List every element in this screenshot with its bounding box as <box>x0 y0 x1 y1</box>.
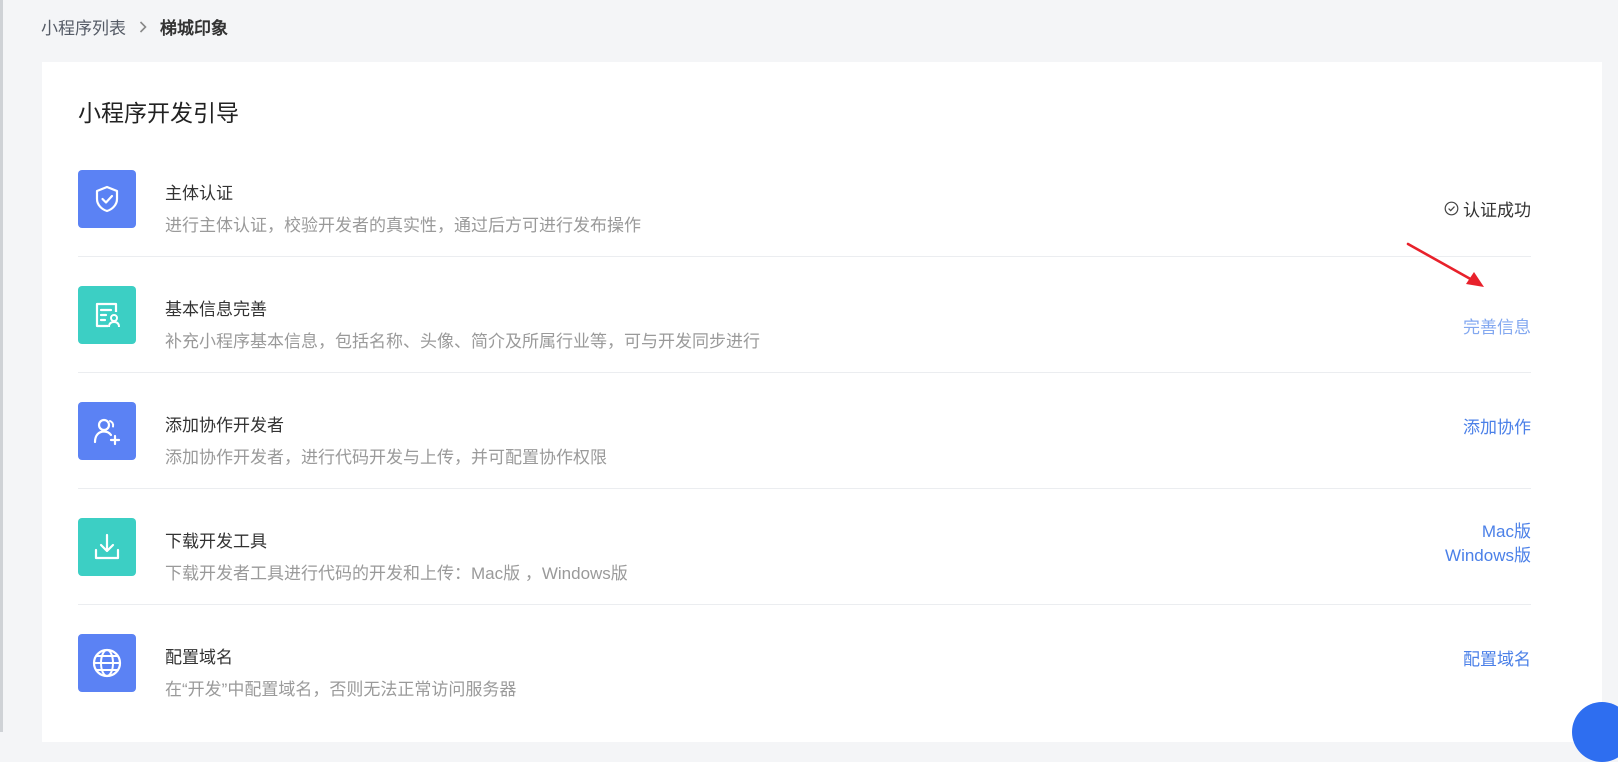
dev-guide-panel: 小程序开发引导 主体认证 进行主体认证，校验开发者的真实性，通过后方可进行发布操… <box>42 62 1602 742</box>
page-title: 小程序开发引导 <box>78 100 239 126</box>
window-left-edge <box>0 0 3 732</box>
step-row-download-tools: 下载开发工具 下载开发者工具进行代码的开发和上传：Mac版 ，Windows版 … <box>78 489 1531 605</box>
breadcrumb: 小程序列表 梯城印象 <box>41 14 228 38</box>
download-links: Mac版 Windows版 <box>1445 520 1531 568</box>
download-icon <box>78 518 136 576</box>
step-description: 下载开发者工具进行代码的开发和上传：Mac版 ，Windows版 <box>165 564 628 583</box>
add-collaborator-link[interactable]: 添加协作 <box>1463 413 1531 438</box>
breadcrumb-miniprogram-list[interactable]: 小程序列表 <box>41 14 126 39</box>
step-title: 主体认证 <box>165 184 233 203</box>
step-description: 进行主体认证，校验开发者的真实性，通过后方可进行发布操作 <box>165 216 641 235</box>
verification-status: 认证成功 <box>1444 196 1531 221</box>
status-text: 认证成功 <box>1463 201 1531 220</box>
configure-domain-link[interactable]: 配置域名 <box>1463 645 1531 670</box>
step-description: 添加协作开发者，进行代码开发与上传，并可配置协作权限 <box>165 448 607 467</box>
globe-icon <box>78 634 136 692</box>
step-description: 在“开发”中配置域名，否则无法正常访问服务器 <box>165 680 517 699</box>
check-circle-icon <box>1444 201 1459 216</box>
add-user-icon <box>78 402 136 460</box>
chevron-right-icon <box>136 19 150 33</box>
breadcrumb-current: 梯城印象 <box>160 18 228 38</box>
step-title: 配置域名 <box>165 648 233 667</box>
step-row-configure-domain: 配置域名 在“开发”中配置域名，否则无法正常访问服务器 配置域名 <box>78 605 1531 721</box>
step-title: 添加协作开发者 <box>165 416 284 435</box>
complete-info-link[interactable]: 完善信息 <box>1463 313 1531 338</box>
step-row-entity-verification: 主体认证 进行主体认证，校验开发者的真实性，通过后方可进行发布操作 认证成功 <box>78 141 1531 257</box>
download-windows-link[interactable]: Windows版 <box>1445 544 1531 568</box>
shield-check-icon <box>78 170 136 228</box>
step-row-basic-info: 基本信息完善 补充小程序基本信息，包括名称、头像、简介及所属行业等，可与开发同步… <box>78 257 1531 373</box>
step-description: 补充小程序基本信息，包括名称、头像、简介及所属行业等，可与开发同步进行 <box>165 332 760 351</box>
download-mac-link[interactable]: Mac版 <box>1445 520 1531 544</box>
step-title: 下载开发工具 <box>165 532 267 551</box>
floating-help-button[interactable] <box>1572 702 1618 762</box>
profile-card-icon <box>78 286 136 344</box>
step-row-add-collaborator: 添加协作开发者 添加协作开发者，进行代码开发与上传，并可配置协作权限 添加协作 <box>78 373 1531 489</box>
step-title: 基本信息完善 <box>165 300 267 319</box>
annotation-arrow-icon <box>1406 242 1484 287</box>
